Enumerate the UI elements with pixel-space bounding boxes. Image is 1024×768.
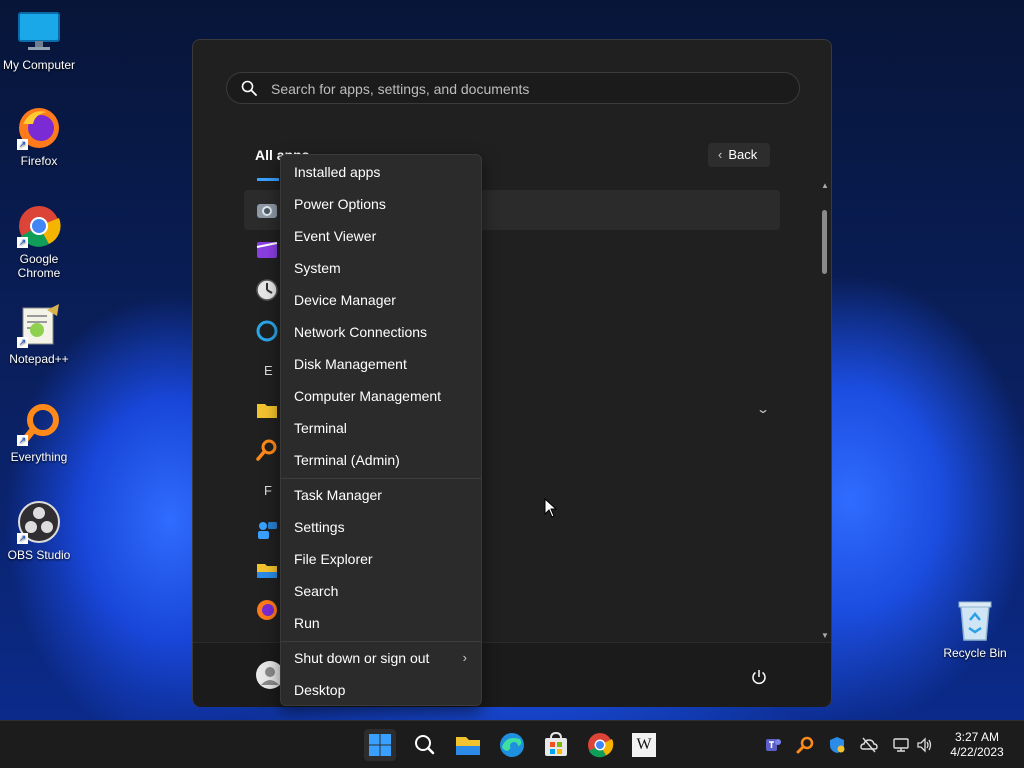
file-explorer-icon[interactable]: [255, 558, 279, 582]
taskbar-chrome[interactable]: [584, 729, 616, 761]
menu-item-installed-apps[interactable]: Installed apps: [281, 157, 481, 187]
section-letter-e[interactable]: E: [264, 363, 273, 378]
recycle-bin-label: Recycle Bin: [943, 646, 1007, 660]
back-button-label: Back: [728, 147, 758, 162]
volume-icon[interactable]: [916, 736, 934, 754]
app-list-scrollbar[interactable]: ▲ ▼: [821, 182, 829, 640]
taskbar: W 3:27 AM 4/22/2023: [0, 720, 1024, 768]
menu-item-search[interactable]: Search: [281, 576, 481, 606]
desktop-icon-notepadpp[interactable]: ↗ Notepad++: [0, 304, 78, 366]
clipchamp-icon[interactable]: [255, 238, 279, 262]
shortcut-arrow-icon: ↗: [17, 533, 28, 544]
search-icon: [415, 735, 435, 755]
desktop-icon-my-computer[interactable]: My Computer: [0, 10, 78, 72]
context-menu: Installed apps Power Options Event Viewe…: [280, 154, 482, 706]
start-search-box[interactable]: [226, 72, 800, 104]
menu-item-system[interactable]: System: [281, 253, 481, 283]
taskbar-clock[interactable]: 3:27 AM 4/22/2023: [944, 730, 1010, 760]
wikipedia-icon: W: [632, 733, 656, 757]
firefox-icon: ↗: [17, 106, 61, 150]
store-icon: [545, 731, 567, 756]
chrome-icon: [588, 733, 614, 758]
firefox-icon[interactable]: [255, 598, 279, 622]
app-entry-icon-partial: [257, 178, 279, 181]
mouse-cursor-icon: [544, 498, 558, 518]
desktop-icon-label: Notepad++: [9, 352, 69, 366]
chevron-left-icon: ‹: [718, 147, 723, 162]
power-icon[interactable]: [751, 669, 767, 685]
scroll-up-arrow-icon[interactable]: ▲: [821, 182, 829, 190]
clock-time: 3:27 AM: [954, 730, 1000, 744]
desktop-icon-obs[interactable]: ↗ OBS Studio: [0, 500, 78, 562]
taskbar-search-button[interactable]: [408, 729, 440, 761]
section-letter-f[interactable]: F: [264, 483, 272, 498]
recycle-bin-icon: [955, 598, 995, 642]
desktop-icon-everything[interactable]: ↗ Everything: [0, 402, 78, 464]
scroll-thumb[interactable]: [822, 210, 827, 274]
security-shield-icon[interactable]: [828, 736, 846, 754]
shortcut-arrow-icon: ↗: [17, 435, 28, 446]
taskbar-file-explorer[interactable]: [452, 729, 484, 761]
network-icon[interactable]: [892, 736, 910, 754]
everything-tray-icon[interactable]: [796, 736, 814, 754]
notepadpp-icon: ↗: [17, 304, 61, 348]
chrome-icon: ↗: [17, 204, 61, 248]
menu-item-file-explorer[interactable]: File Explorer: [281, 544, 481, 574]
desktop-icon-chrome[interactable]: ↗ Google Chrome: [0, 204, 78, 280]
cortana-icon[interactable]: [255, 319, 279, 343]
search-icon: [241, 80, 257, 96]
edge-icon: [500, 733, 524, 757]
windows-start-icon: [369, 734, 391, 756]
clock-icon[interactable]: [255, 278, 279, 302]
teams-icon[interactable]: [764, 736, 782, 754]
menu-item-power-options[interactable]: Power Options: [281, 189, 481, 219]
desktop-icon-label: Everything: [10, 450, 68, 464]
file-explorer-icon: [456, 737, 480, 755]
menu-item-terminal-admin[interactable]: Terminal (Admin): [281, 445, 481, 475]
chevron-down-icon[interactable]: ⌄: [756, 402, 770, 416]
start-button[interactable]: [364, 729, 396, 761]
desktop-icon-label: My Computer: [2, 58, 76, 72]
everything-icon: ↗: [17, 402, 61, 446]
chevron-right-icon: ›: [462, 650, 467, 665]
monitor-icon: [17, 10, 61, 54]
menu-item-event-viewer[interactable]: Event Viewer: [281, 221, 481, 251]
everything-icon[interactable]: [255, 438, 279, 462]
menu-item-shut-down-label: Shut down or sign out: [294, 650, 430, 666]
feedback-hub-icon[interactable]: [255, 518, 279, 542]
menu-item-task-manager[interactable]: Task Manager: [281, 480, 481, 510]
folder-icon[interactable]: [255, 398, 279, 422]
desktop-icon-label: Firefox: [20, 154, 58, 168]
desktop-icon-label: Google Chrome: [17, 252, 61, 280]
taskbar-wikipedia[interactable]: W: [628, 729, 660, 761]
shortcut-arrow-icon: ↗: [17, 337, 28, 348]
menu-item-disk-management[interactable]: Disk Management: [281, 349, 481, 379]
desktop-icon-firefox[interactable]: ↗ Firefox: [0, 106, 78, 168]
menu-item-computer-management[interactable]: Computer Management: [281, 381, 481, 411]
menu-item-device-manager[interactable]: Device Manager: [281, 285, 481, 315]
onedrive-offline-icon[interactable]: [860, 736, 878, 754]
menu-item-terminal[interactable]: Terminal: [281, 413, 481, 443]
search-input[interactable]: [269, 77, 773, 101]
desktop-icon-label: OBS Studio: [7, 548, 71, 562]
menu-item-settings[interactable]: Settings: [281, 512, 481, 542]
camera-icon[interactable]: [255, 198, 279, 222]
taskbar-store[interactable]: [540, 729, 572, 761]
menu-item-desktop[interactable]: Desktop: [281, 675, 481, 705]
scroll-down-arrow-icon[interactable]: ▼: [821, 632, 829, 640]
menu-item-run[interactable]: Run: [281, 608, 481, 638]
desktop-icon-recycle-bin[interactable]: Recycle Bin: [940, 598, 1010, 660]
menu-item-shut-down[interactable]: Shut down or sign out ›: [281, 643, 481, 673]
menu-item-network-connections[interactable]: Network Connections: [281, 317, 481, 347]
clock-date: 4/22/2023: [950, 745, 1004, 759]
shortcut-arrow-icon: ↗: [17, 139, 28, 150]
back-button[interactable]: ‹ Back: [708, 143, 770, 167]
shortcut-arrow-icon: ↗: [17, 237, 28, 248]
menu-separator: [281, 641, 481, 642]
obs-icon: ↗: [17, 500, 61, 544]
menu-separator: [281, 478, 481, 479]
taskbar-edge[interactable]: [496, 729, 528, 761]
